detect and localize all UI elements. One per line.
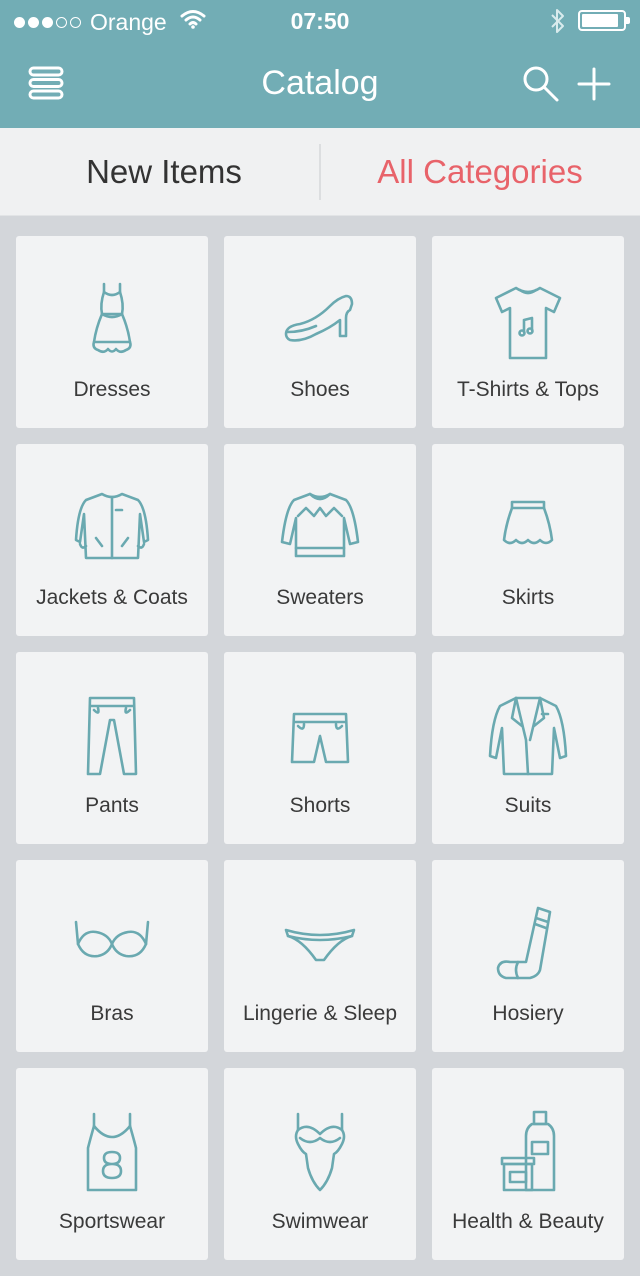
category-tile-sportswear[interactable]: Sportswear	[16, 1068, 208, 1260]
pants-icon	[86, 696, 138, 776]
category-tile-health-beauty[interactable]: Health & Beauty	[432, 1068, 624, 1260]
tab-all-categories[interactable]: All Categories	[320, 128, 640, 216]
battery-nub	[626, 17, 630, 24]
category-tile-skirts[interactable]: Skirts	[432, 444, 624, 636]
add-button[interactable]	[576, 66, 612, 102]
battery-level	[582, 14, 618, 27]
category-label: Shorts	[289, 794, 351, 817]
category-label: Swimwear	[271, 1210, 369, 1233]
category-label: Suits	[504, 794, 552, 817]
sock-icon	[496, 906, 552, 980]
category-tile-shoes[interactable]: Shoes	[224, 236, 416, 428]
category-tile-swimwear[interactable]: Swimwear	[224, 1068, 416, 1260]
shorts-icon	[290, 712, 350, 764]
category-label: Dresses	[73, 378, 151, 401]
category-grid: Dresses Shoes T-Shirts & Tops Jackets & …	[16, 236, 624, 1260]
category-label: Health & Beauty	[452, 1210, 604, 1233]
status-time: 07:50	[290, 8, 350, 34]
category-label: Jackets & Coats	[36, 586, 188, 609]
bluetooth-icon	[549, 7, 567, 41]
category-tile-bras[interactable]: Bras	[16, 860, 208, 1052]
tshirt-icon	[494, 286, 562, 360]
category-label: Skirts	[501, 586, 555, 609]
shoe-icon	[284, 294, 354, 342]
category-label: Shoes	[290, 378, 350, 401]
dress-icon	[92, 282, 132, 354]
cosmetics-icon	[500, 1110, 556, 1192]
tab-new-items[interactable]: New Items	[4, 128, 324, 216]
top-bar: Orange 07:50 Catalog	[0, 0, 640, 128]
category-label: Lingerie & Sleep	[242, 1002, 398, 1025]
category-tile-suits[interactable]: Suits	[432, 652, 624, 844]
category-label: Sportswear	[58, 1210, 166, 1233]
bra-icon	[74, 920, 150, 958]
plus-icon	[577, 67, 611, 101]
category-label: Bras	[90, 1002, 134, 1025]
status-bar: Orange 07:50	[0, 0, 640, 42]
category-label: Hosiery	[492, 1002, 564, 1025]
segmented-control: New Items All Categories	[0, 128, 640, 216]
category-tile-pants[interactable]: Pants	[16, 652, 208, 844]
suit-icon	[488, 696, 568, 776]
sweater-icon	[280, 492, 360, 558]
category-tile-lingerie-sleep[interactable]: Lingerie & Sleep	[224, 860, 416, 1052]
skirt-icon	[502, 500, 554, 545]
category-tile-hosiery[interactable]: Hosiery	[432, 860, 624, 1052]
category-label: Pants	[85, 794, 139, 817]
category-tile-shorts[interactable]: Shorts	[224, 652, 416, 844]
lingerie-icon	[284, 928, 356, 962]
category-label: T-Shirts & Tops	[457, 378, 599, 401]
category-label: Sweaters	[276, 586, 364, 609]
search-button[interactable]	[522, 65, 560, 103]
tank-top-icon	[86, 1112, 138, 1192]
jacket-icon	[74, 492, 150, 560]
category-tile-jackets-coats[interactable]: Jackets & Coats	[16, 444, 208, 636]
category-tile-tshirts-tops[interactable]: T-Shirts & Tops	[432, 236, 624, 428]
battery-icon	[578, 10, 630, 31]
swimsuit-icon	[294, 1112, 346, 1192]
search-icon	[523, 66, 559, 102]
category-tile-sweaters[interactable]: Sweaters	[224, 444, 416, 636]
category-tile-dresses[interactable]: Dresses	[16, 236, 208, 428]
